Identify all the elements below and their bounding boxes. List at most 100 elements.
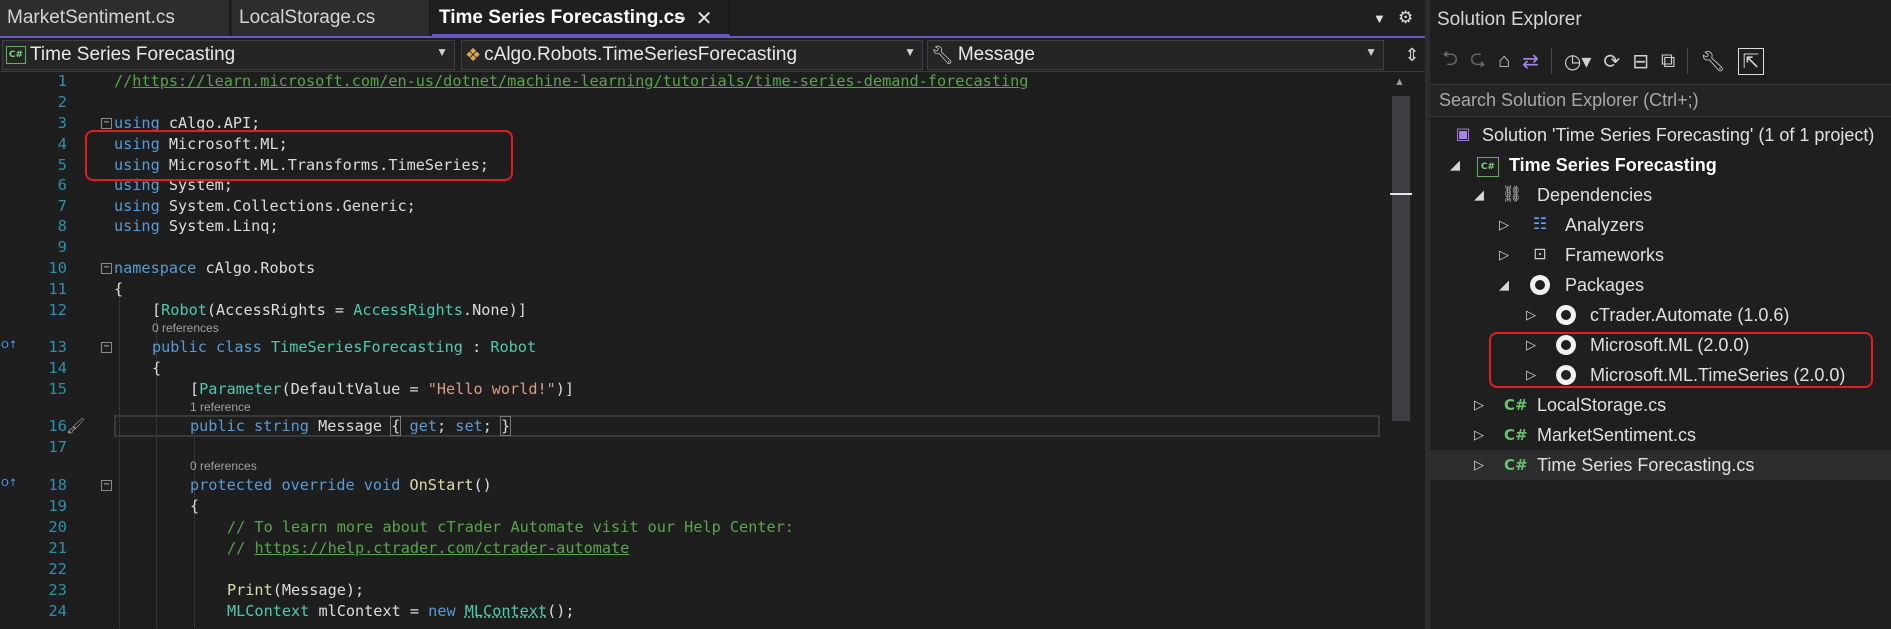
line-number: 23 <box>48 581 67 599</box>
chevron-down-icon: ▼ <box>436 45 448 59</box>
line-number: 16 <box>48 417 67 435</box>
show-all-files-icon[interactable]: ⧉ <box>1661 50 1675 73</box>
switch-views-icon[interactable]: ⇄ <box>1522 49 1539 74</box>
tree-node-packages[interactable]: ◢ Packages <box>1430 270 1891 300</box>
toolbar-separator <box>1687 48 1689 74</box>
fold-collapse-icon[interactable]: − <box>101 480 112 491</box>
tab-localstorage[interactable]: LocalStorage.cs <box>232 0 430 36</box>
chevron-down-icon: ▼ <box>1365 45 1377 59</box>
member-dropdown[interactable]: 🔧︎ Message ▼ <box>927 40 1384 70</box>
implementation-marker-icon[interactable]: O↑ <box>1 340 17 351</box>
collapsed-arrow-icon[interactable]: ▷ <box>1499 240 1509 270</box>
line-number: 19 <box>48 497 67 515</box>
code-text: .None)] <box>462 301 527 319</box>
collapsed-arrow-icon[interactable]: ▷ <box>1526 300 1536 330</box>
keyword: public <box>152 338 207 356</box>
pin-icon[interactable]: ⊸ <box>674 10 686 27</box>
namespace-name: cAlgo.Robots <box>205 259 316 277</box>
type-dropdown[interactable]: ❖ cAlgo.Robots.TimeSeriesForecasting ▼ <box>461 40 923 70</box>
fold-collapse-icon[interactable]: − <box>101 263 112 274</box>
collapse-all-icon[interactable]: ⊟ <box>1632 49 1649 74</box>
properties-icon[interactable]: 🔧︎ <box>1700 49 1725 74</box>
expanded-arrow-icon[interactable]: ◢ <box>1499 270 1509 300</box>
code-editor: MarketSentiment.cs LocalStorage.cs Time … <box>0 0 1425 629</box>
settings-button[interactable]: ⚙ <box>1398 0 1413 36</box>
project-dropdown-value: Time Series Forecasting <box>30 44 236 65</box>
preview-icon[interactable]: ⇱ <box>1737 47 1765 75</box>
csharp-file-icon: C# <box>1504 456 1528 474</box>
expanded-arrow-icon[interactable]: ◢ <box>1474 180 1484 210</box>
type-name: MLContext <box>464 602 548 620</box>
codelens-references[interactable]: 0 references <box>152 321 219 335</box>
solution-explorer-search[interactable]: Search Solution Explorer (Ctrl+;) <box>1430 84 1891 117</box>
tree-node-project[interactable]: ◢ C# Time Series Forecasting <box>1430 150 1891 180</box>
tree-node-frameworks[interactable]: ▷ ⊡ Frameworks <box>1430 240 1891 270</box>
code-line-16: 🖌︎ 16 public string Message { get; set; … <box>0 416 1390 436</box>
keyword: get <box>409 417 437 435</box>
code-line-11: 11 { <box>0 279 1390 299</box>
comment-link[interactable]: https://help.ctrader.com/ctrader-automat… <box>254 539 629 557</box>
override-marker-icon[interactable]: O↑ <box>1 478 17 489</box>
collapsed-arrow-icon[interactable]: ▷ <box>1499 210 1509 240</box>
comment: // <box>227 539 255 557</box>
collapsed-arrow-icon[interactable]: ▷ <box>1474 390 1484 420</box>
sync-icon[interactable]: ⟳ <box>1603 49 1620 74</box>
line-number: 12 <box>48 301 67 319</box>
tree-node-file-time-series-forecasting[interactable]: ▷ C# Time Series Forecasting.cs <box>1430 450 1891 480</box>
tree-node-file-localstorage[interactable]: ▷ C# LocalStorage.cs <box>1430 390 1891 420</box>
scroll-up-icon[interactable]: ▲ <box>1394 76 1405 88</box>
tab-marketsentiment[interactable]: MarketSentiment.cs <box>0 0 230 36</box>
gear-icon[interactable]: ⚙ <box>1398 8 1413 28</box>
codelens-references[interactable]: 1 reference <box>190 400 251 414</box>
tree-node-label: Time Series Forecasting <box>1509 155 1717 175</box>
line-number: 9 <box>57 238 67 256</box>
line-number: 11 <box>48 280 67 298</box>
frameworks-icon: ⊡ <box>1533 246 1547 263</box>
csharp-file-icon: C# <box>1504 396 1528 414</box>
line-number: 24 <box>48 602 67 620</box>
tree-node-label: MarketSentiment.cs <box>1537 425 1697 445</box>
navigation-bar: C# Time Series Forecasting ▼ ❖ cAlgo.Rob… <box>0 38 1425 72</box>
tree-node-dependencies[interactable]: ◢ ⛓ Dependencies <box>1430 180 1891 210</box>
vertical-scrollbar[interactable]: ▲ <box>1390 72 1412 629</box>
line-number: 21 <box>48 539 67 557</box>
fold-collapse-icon[interactable]: − <box>101 118 112 129</box>
forward-icon[interactable]: ⮎ <box>1470 44 1486 78</box>
chevron-down-icon[interactable]: ▼ <box>1373 11 1386 26</box>
expanded-arrow-icon[interactable]: ◢ <box>1450 150 1460 180</box>
back-icon[interactable]: ⮌ <box>1442 44 1458 78</box>
line-number: 1 <box>57 72 67 90</box>
brace: { <box>190 497 200 515</box>
tree-node-package-ctrader-automate[interactable]: ▷ cTrader.Automate (1.0.6) <box>1430 300 1891 330</box>
tree-node-analyzers[interactable]: ▷ ☷ Analyzers <box>1430 210 1891 240</box>
tree-node-label: cTrader.Automate (1.0.6) <box>1590 305 1790 325</box>
csharp-project-icon: C# <box>1477 154 1499 177</box>
comment-link[interactable]: https://learn.microsoft.com/en-us/dotnet… <box>132 72 1028 90</box>
quick-action-brush-icon[interactable]: 🖌︎ <box>66 417 85 435</box>
scrollbar-thumb[interactable] <box>1392 96 1410 421</box>
line-number: 5 <box>57 156 67 174</box>
comment: // To learn more about cTrader Automate … <box>227 518 794 536</box>
keyword: public <box>190 417 245 435</box>
tree-node-file-marketsentiment[interactable]: ▷ C# MarketSentiment.cs <box>1430 420 1891 450</box>
brace: { <box>390 416 402 436</box>
history-icon[interactable]: ◷▾ <box>1564 49 1592 74</box>
tree-node-solution[interactable]: ▣ Solution 'Time Series Forecasting' (1 … <box>1430 120 1891 150</box>
code-line-21: 21 // https://help.ctrader.com/ctrader-a… <box>0 538 1390 558</box>
collapsed-arrow-icon[interactable]: ▷ <box>1474 420 1484 450</box>
split-editor-button[interactable]: ⇕ <box>1399 38 1425 72</box>
close-icon[interactable]: ✕ <box>696 6 713 31</box>
home-icon[interactable]: ⌂ <box>1498 50 1510 73</box>
collapsed-arrow-icon[interactable]: ▷ <box>1474 450 1484 480</box>
code-line-14: 14 { <box>0 358 1390 378</box>
codelens-references[interactable]: 0 references <box>190 459 257 473</box>
fold-collapse-icon[interactable]: − <box>101 342 112 353</box>
project-dropdown[interactable]: C# Time Series Forecasting ▼ <box>2 40 455 70</box>
keyword: override <box>281 476 355 494</box>
code-line-23: 23 Print(Message); <box>0 580 1390 600</box>
tree-node-label: Dependencies <box>1537 185 1653 205</box>
keyword: class <box>216 338 262 356</box>
tab-overflow-button[interactable]: ▼ <box>1373 0 1386 36</box>
split-icon[interactable]: ⇕ <box>1404 45 1419 66</box>
property-wrench-icon: 🔧︎ <box>931 44 954 65</box>
